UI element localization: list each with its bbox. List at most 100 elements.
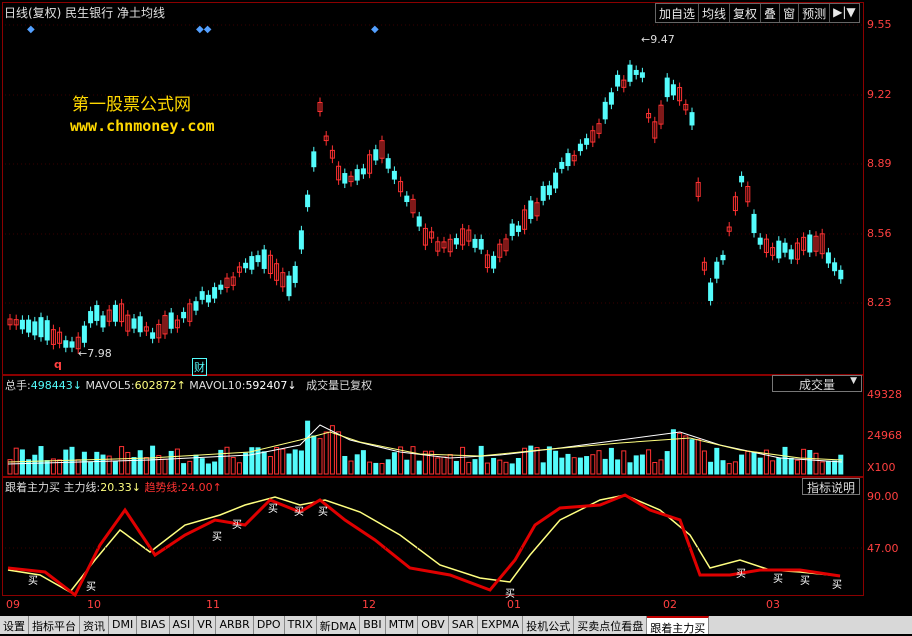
candle-body — [305, 194, 311, 208]
volume-bar — [453, 460, 459, 475]
volume-bar — [100, 454, 106, 475]
candle-body — [528, 200, 534, 219]
tab-15[interactable]: EXPMA — [478, 616, 524, 634]
diamond-icon[interactable]: ◆ — [371, 24, 379, 35]
tab-10[interactable]: 新DMA — [317, 616, 361, 634]
candle-body — [553, 172, 559, 189]
volume-bar — [553, 450, 559, 475]
finance-event-icon[interactable]: 财 — [192, 358, 207, 376]
volume-bar — [199, 458, 205, 475]
candle-body — [565, 153, 571, 167]
volume-bar — [298, 450, 304, 475]
tab-16[interactable]: 投机公式 — [523, 616, 575, 634]
tab-17[interactable]: 买卖点位看盘 — [574, 616, 648, 634]
volume-bar — [385, 459, 391, 475]
volume-bar — [726, 463, 732, 475]
volume-bar — [410, 446, 416, 475]
buy-signal-mark: 买 — [268, 504, 278, 515]
buy-signal-mark: 买 — [232, 520, 242, 531]
candle-body — [404, 195, 410, 203]
volume-bar — [348, 460, 354, 475]
price-axis-label: 9.22 — [867, 88, 892, 101]
tab-1[interactable]: 指标平台 — [29, 616, 80, 634]
candle-body — [546, 185, 552, 196]
tab-0[interactable]: 设置 — [0, 616, 29, 634]
diamond-icon[interactable]: ◆◆ — [196, 24, 211, 35]
candle-body — [199, 291, 205, 300]
candle-body — [577, 143, 583, 152]
volume-bar — [534, 447, 540, 475]
tab-14[interactable]: SAR — [449, 616, 479, 634]
indicator-help-button[interactable]: 指标说明 — [802, 478, 861, 495]
volume-bar — [292, 449, 298, 475]
volume-bar — [503, 461, 509, 475]
indicator-dropdown[interactable]: 成交量 ▼ — [772, 375, 862, 392]
volume-bar — [243, 452, 249, 475]
volume-bar — [398, 446, 404, 475]
tab-12[interactable]: MTM — [386, 616, 419, 634]
chevron-down-icon: ▼ — [850, 376, 857, 386]
main-line-value: 20.33↓ — [100, 481, 141, 494]
indicator-legend: 跟着主力买 主力线:20.33↓ 趋势线:24.00↑ — [5, 479, 222, 495]
diamond-icon[interactable]: ◆ — [27, 24, 35, 35]
volume-bar — [460, 446, 466, 475]
volume-bar — [646, 449, 652, 475]
mavol10-value: 592407↓ — [245, 379, 297, 392]
volume-bar — [720, 460, 726, 475]
candle-body — [627, 64, 633, 82]
event-mark-q[interactable]: q — [54, 358, 62, 371]
candle-body — [168, 312, 174, 329]
high-price-label: ←9.47 — [641, 33, 675, 46]
candle-body — [788, 249, 794, 260]
tab-5[interactable]: ASI — [170, 616, 195, 634]
candle-body — [416, 216, 422, 227]
mavol5-label: MAVOL5: — [85, 379, 135, 392]
candle-body — [137, 316, 143, 333]
price-axis-label: 8.56 — [867, 227, 892, 240]
volume-bar — [373, 462, 379, 475]
buy-signal-mark: 买 — [832, 580, 842, 591]
candle-body — [385, 158, 391, 169]
volume-bar — [360, 450, 366, 475]
tab-9[interactable]: TRIX — [285, 616, 317, 634]
tab-18[interactable]: 跟着主力买 — [647, 616, 710, 635]
volume-bar — [664, 451, 670, 475]
tab-7[interactable]: ARBR — [216, 616, 254, 634]
buy-signal-mark: 买 — [773, 574, 783, 585]
candle-body — [19, 319, 25, 330]
volume-bar — [751, 451, 757, 475]
tab-8[interactable]: DPO — [254, 616, 285, 634]
candle-body — [81, 325, 87, 343]
volume-bar — [801, 448, 807, 475]
candle-body — [720, 254, 726, 261]
volume-bar — [230, 457, 236, 475]
buy-signal-mark: 买 — [294, 507, 304, 518]
volume-bar — [565, 453, 571, 475]
buy-signal-mark: 买 — [736, 569, 746, 580]
candle-body — [757, 237, 763, 245]
tab-11[interactable]: BBI — [360, 616, 386, 634]
volume-bar — [838, 454, 844, 475]
tab-2[interactable]: 资讯 — [80, 616, 109, 634]
total-volume-label: 总手: — [5, 379, 31, 392]
tab-6[interactable]: VR — [194, 616, 217, 634]
main-line — [7, 494, 841, 593]
buy-signal-mark: 买 — [28, 576, 38, 587]
candle-body — [708, 282, 714, 301]
volume-bar — [577, 457, 583, 475]
candle-body — [255, 255, 261, 263]
tab-4[interactable]: BIAS — [137, 616, 170, 634]
tab-13[interactable]: OBV — [418, 616, 449, 634]
candle-body — [249, 256, 255, 270]
volume-bar — [81, 451, 87, 475]
volume-bar — [367, 461, 373, 475]
volume-bar — [509, 463, 515, 475]
volume-bar — [714, 447, 720, 475]
tab-3[interactable]: DMI — [109, 616, 138, 634]
volume-bar — [236, 462, 242, 475]
candle-body — [608, 92, 614, 105]
volume-bar — [404, 459, 410, 475]
price-axis-label: 8.23 — [867, 296, 892, 309]
candle-body — [32, 321, 38, 336]
candle-body — [261, 249, 267, 269]
